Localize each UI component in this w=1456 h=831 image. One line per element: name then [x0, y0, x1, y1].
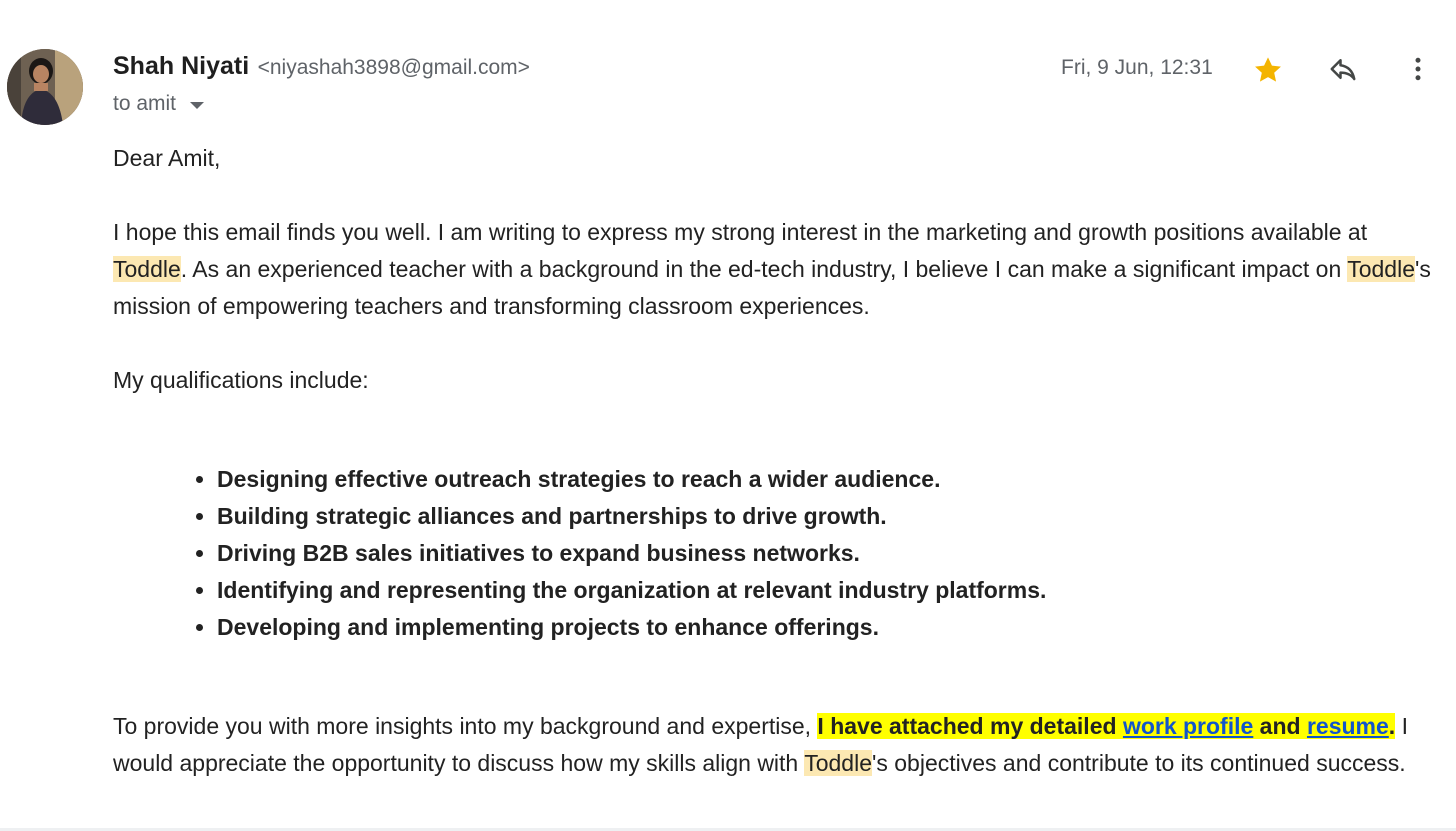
- avatar[interactable]: [7, 49, 83, 125]
- email-message: Shah Niyati <niyashah3898@gmail.com> to …: [0, 0, 1456, 831]
- resume-link[interactable]: resume: [1307, 713, 1389, 739]
- qualifications-list: Designing effective outreach strategies …: [113, 461, 1443, 646]
- chevron-down-icon[interactable]: [190, 101, 205, 109]
- reply-icon: [1330, 59, 1356, 81]
- highlight-toddle: Toddle: [113, 256, 181, 282]
- greeting: Dear Amit,: [113, 145, 221, 171]
- more-options-button[interactable]: [1398, 49, 1438, 89]
- recipient-label: to amit: [113, 92, 177, 115]
- attachment-highlight: I have attached my detailed work profile…: [817, 713, 1396, 739]
- highlight-toddle: Toddle: [1347, 256, 1415, 282]
- highlight-toddle: Toddle: [804, 750, 872, 776]
- list-item: Driving B2B sales initiatives to expand …: [217, 535, 1443, 572]
- list-item: Building strategic alliances and partner…: [217, 498, 1443, 535]
- star-icon: [1255, 57, 1281, 82]
- sender-email: <niyashah3898@gmail.com>: [257, 56, 530, 79]
- message-date: Fri, 9 Jun, 12:31: [1061, 56, 1213, 79]
- qualifications-intro: My qualifications include:: [113, 367, 369, 393]
- recipient-details-toggle[interactable]: to amit: [113, 92, 205, 116]
- sender-name[interactable]: Shah Niyati: [113, 52, 249, 80]
- message-body: Dear Amit, I hope this email finds you w…: [113, 140, 1443, 782]
- intro-text-part2: . As an experienced teacher with a backg…: [180, 256, 1348, 282]
- closing-text-part1: To provide you with more insights into m…: [113, 713, 818, 739]
- sender-line: Shah Niyati <niyashah3898@gmail.com>: [113, 52, 530, 81]
- star-button[interactable]: [1248, 50, 1288, 90]
- intro-paragraph: I hope this email finds you well. I am w…: [113, 214, 1443, 325]
- closing-text-part3: 's objectives and contribute to its cont…: [871, 750, 1406, 776]
- reply-button[interactable]: [1323, 49, 1363, 89]
- attachment-and: and: [1253, 713, 1307, 739]
- closing-paragraph: To provide you with more insights into m…: [113, 708, 1443, 782]
- list-item: Identifying and representing the organiz…: [217, 572, 1443, 609]
- work-profile-link[interactable]: work profile: [1123, 713, 1253, 739]
- more-vert-icon: [1415, 57, 1421, 81]
- list-item: Designing effective outreach strategies …: [217, 461, 1443, 498]
- list-item: Developing and implementing projects to …: [217, 609, 1443, 646]
- intro-text-part1: I hope this email finds you well. I am w…: [113, 219, 1368, 245]
- attachment-text: I have attached my detailed: [817, 713, 1123, 739]
